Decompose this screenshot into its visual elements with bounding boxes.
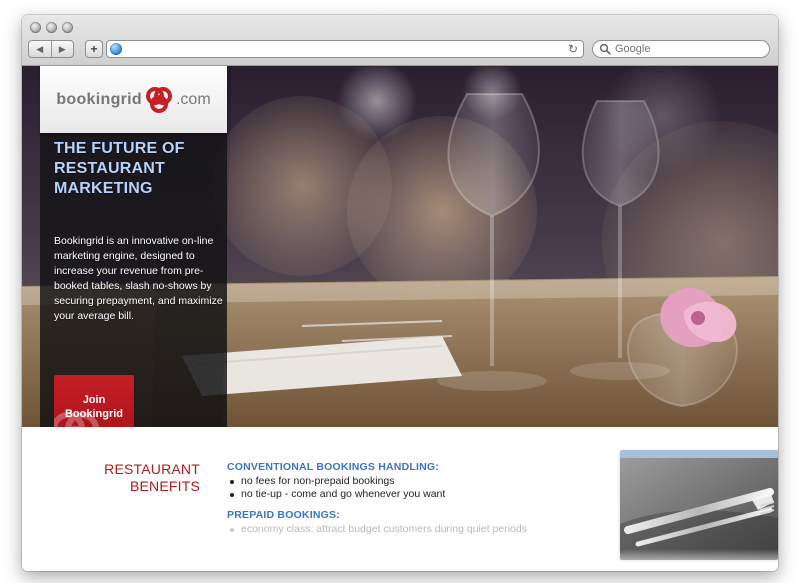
- hero-title-line: MARKETING: [54, 180, 153, 197]
- reload-button[interactable]: ↻: [565, 41, 581, 57]
- browser-window: ◀ ▶ + ↻ Google bookingrid .com THE FUTUR…: [22, 15, 778, 571]
- search-field[interactable]: [592, 40, 770, 58]
- join-bookingrid-button[interactable]: Join Bookingrid: [54, 375, 134, 427]
- forward-button[interactable]: ▶: [52, 41, 74, 57]
- brand-logo[interactable]: bookingrid .com: [40, 66, 227, 133]
- close-window-button[interactable]: [30, 22, 41, 33]
- join-button-label: Join Bookingrid: [64, 394, 124, 420]
- hero-title-line: THE FUTURE OF: [54, 140, 185, 157]
- chevron-right-icon: ▶: [58, 44, 66, 54]
- globe-icon: [110, 43, 122, 55]
- bullet-list: economy class: attract budget customers …: [227, 523, 607, 536]
- card-top-band: [620, 450, 778, 458]
- restaurant-benefits-title: RESTAURANT BENEFITS: [104, 461, 200, 494]
- hero-section: bookingrid .com THE FUTURE OF RESTAURANT…: [22, 66, 778, 427]
- zoom-window-button[interactable]: [62, 22, 73, 33]
- url-input[interactable]: [128, 42, 565, 56]
- address-bar[interactable]: ↻: [106, 40, 584, 58]
- add-tab-button[interactable]: +: [85, 40, 103, 58]
- section-heading: PREPAID BOOKINGS:: [227, 509, 340, 521]
- plus-icon: +: [90, 42, 98, 56]
- browser-toolbar: ◀ ▶ + ↻: [22, 15, 778, 66]
- minimize-window-button[interactable]: [46, 22, 57, 33]
- knot-logo-icon: [145, 86, 172, 113]
- hero-title-line: RESTAURANT: [54, 160, 166, 177]
- list-item: no fees for non-prepaid bookings: [227, 475, 607, 488]
- bullet-list: no fees for non-prepaid bookings no tie-…: [227, 475, 607, 501]
- benefits-list: CONVENTIONAL BOOKINGS HANDLING: no fees …: [227, 461, 607, 544]
- logo-tld: .com: [175, 90, 211, 108]
- back-button[interactable]: ◀: [29, 41, 52, 57]
- navigation-buttons: ◀ ▶: [28, 40, 74, 58]
- logo-wordmark: bookingrid: [56, 90, 142, 108]
- cutlery-photo: [620, 458, 778, 560]
- search-input[interactable]: [615, 43, 745, 55]
- reload-icon: ↻: [567, 42, 579, 56]
- hero-title: THE FUTURE OF RESTAURANT MARKETING: [54, 139, 224, 199]
- cutlery-image-card: [620, 450, 778, 560]
- search-icon: [599, 43, 611, 55]
- hero-description: Bookingrid is an innovative on-line mark…: [54, 235, 223, 322]
- page-content: bookingrid .com THE FUTURE OF RESTAURANT…: [22, 66, 778, 571]
- list-item: economy class: attract budget customers …: [227, 523, 607, 536]
- section-heading: CONVENTIONAL BOOKINGS HANDLING:: [227, 461, 439, 473]
- chevron-left-icon: ◀: [36, 44, 44, 54]
- list-item: no tie-up - come and go whenever you wan…: [227, 488, 607, 501]
